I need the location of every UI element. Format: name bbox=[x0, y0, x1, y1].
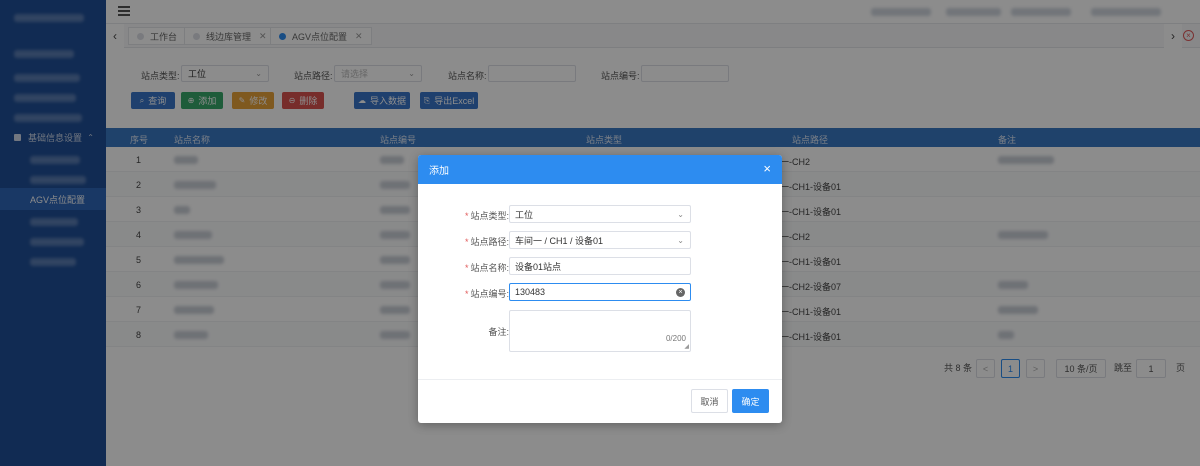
clear-icon[interactable]: × bbox=[676, 288, 685, 297]
station-path-value: 车间一 / CH1 / 设备01 bbox=[515, 235, 604, 246]
station-code-value: 130483 bbox=[515, 287, 546, 297]
close-icon[interactable]: × bbox=[763, 162, 771, 176]
station-name-input[interactable]: 设备01站点 bbox=[509, 257, 691, 275]
resize-handle-icon[interactable]: ◢ bbox=[684, 343, 689, 350]
station-type-select[interactable]: 工位 ⌄ bbox=[509, 205, 691, 223]
station-name-value: 设备01站点 bbox=[515, 261, 562, 272]
station-type-value: 工位 bbox=[515, 209, 534, 220]
dialog-header: 添加 × bbox=[418, 155, 782, 184]
chevron-down-icon: ⌄ bbox=[677, 235, 684, 245]
remark-textarea[interactable]: 0/200 ◢ bbox=[509, 310, 691, 352]
dialog-footer-divider bbox=[418, 379, 782, 380]
station-path-label: * 站点路径: bbox=[464, 237, 509, 247]
chevron-down-icon: ⌄ bbox=[677, 209, 684, 219]
station-path-cascader[interactable]: 车间一 / CH1 / 设备01 ⌄ bbox=[509, 231, 691, 249]
remark-char-count: 0/200 bbox=[665, 334, 686, 343]
confirm-button[interactable]: 确定 bbox=[732, 389, 769, 413]
station-code-input[interactable]: 130483 × bbox=[509, 283, 691, 301]
station-code-label: * 站点编号: bbox=[464, 289, 509, 299]
add-dialog: 添加 × * 站点类型: 工位 ⌄ * 站点路径: 车间一 / CH1 / 设备01… bbox=[418, 155, 782, 423]
remark-label: 备注: bbox=[488, 327, 509, 337]
dialog-title: 添加 bbox=[429, 166, 449, 177]
station-name-label: * 站点名称: bbox=[464, 263, 509, 273]
station-type-label: * 站点类型: bbox=[464, 211, 509, 221]
cancel-button[interactable]: 取消 bbox=[691, 389, 728, 413]
